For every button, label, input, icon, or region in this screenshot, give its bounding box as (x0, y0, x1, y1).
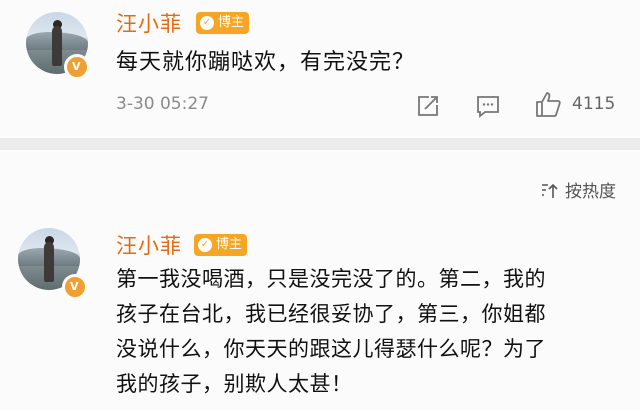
badge-icon: ✓ (198, 238, 212, 252)
divider (0, 138, 640, 150)
verified-icon: V (62, 274, 88, 300)
comment-icon[interactable] (476, 94, 500, 118)
blogger-badge-label: 博主 (218, 15, 245, 30)
username[interactable]: 汪小菲 (116, 8, 182, 38)
blogger-badge-label: 博主 (216, 237, 243, 252)
like-count: 4115 (572, 94, 616, 114)
repost-icon[interactable] (416, 94, 440, 118)
blogger-badge: ✓ 博主 (196, 12, 250, 34)
verified-icon: V (64, 54, 90, 80)
blogger-badge: ✓ 博主 (194, 234, 248, 256)
comment-line: 孩子在台北，我已经很妥协了，第三，你姐都 (116, 302, 546, 326)
comment-line: 没说什么，你天天的跟这儿得瑟什么呢？为了 (116, 337, 546, 361)
sort-label: 按热度 (565, 182, 616, 202)
comment-text: 每天就你蹦哒欢，有完没完？ (116, 50, 416, 75)
sort-icon (542, 183, 558, 198)
sort-by-hot-button[interactable]: 按热度 (541, 177, 616, 202)
comment-text: 第一我没喝酒，只是没完没了的。第二，我的 孩子在台北，我已经很妥协了，第三，你姐… (116, 262, 628, 402)
comment-line: 第一我没喝酒，只是没完没了的。第二，我的 (116, 267, 546, 291)
username[interactable]: 汪小菲 (116, 230, 182, 260)
comment-card-1: V 汪小菲 ✓ 博主 每天就你蹦哒欢，有完没完？ 3-30 05:27 4115 (0, 0, 640, 138)
comment-line: 我的孩子，别欺人太甚！ (116, 372, 353, 396)
badge-icon: ✓ (200, 16, 214, 30)
like-icon[interactable] (534, 90, 562, 118)
timestamp: 3-30 05:27 (116, 94, 209, 114)
